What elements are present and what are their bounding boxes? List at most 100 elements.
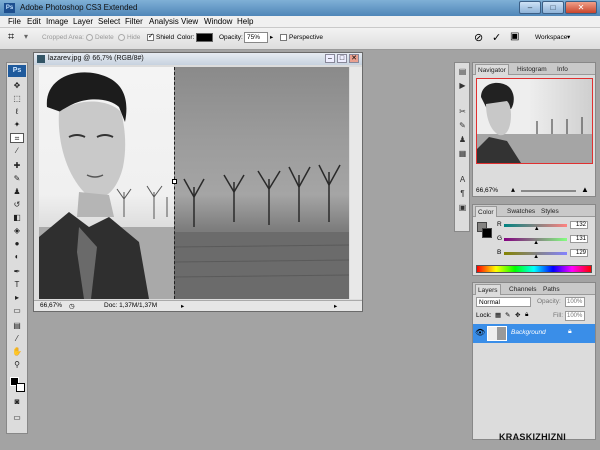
zoom-in-icon[interactable]: ▲ [581, 185, 589, 194]
lasso-tool-icon[interactable]: ℓ [10, 107, 24, 117]
menu-layer[interactable]: Layer [73, 17, 93, 26]
path-selection-tool-icon[interactable]: ▸ [10, 293, 24, 303]
cancel-icon[interactable]: ⊘ [474, 31, 483, 44]
layer-name[interactable]: Background [511, 329, 546, 336]
maximize-button[interactable]: □ [542, 1, 564, 14]
menu-window[interactable]: Window [204, 17, 232, 26]
info-panel-icon[interactable]: ▣ [457, 203, 468, 213]
menu-image[interactable]: Image [46, 17, 68, 26]
crop-handle[interactable] [172, 179, 177, 184]
blend-mode-select[interactable]: Normal [476, 297, 531, 307]
eraser-tool-icon[interactable]: ◧ [10, 213, 24, 223]
blur-tool-icon[interactable]: ● [10, 239, 24, 249]
lock-all-icon[interactable]: 🔒︎ [525, 311, 528, 319]
paragraph-panel-icon[interactable]: ¶ [457, 189, 468, 199]
channel-b-thumb[interactable]: ▲ [533, 254, 539, 260]
status-menu-arrow-icon[interactable]: ▸ [181, 302, 184, 310]
status-icon[interactable]: ◷ [69, 302, 75, 310]
photoshop-logo-icon[interactable]: Ps [8, 65, 26, 77]
tab-swatches[interactable]: Swatches [505, 206, 537, 217]
navigator-thumbnail[interactable] [476, 78, 593, 164]
zoom-slider[interactable] [521, 190, 576, 192]
opacity-dropdown-icon[interactable]: ▸ [270, 33, 273, 41]
channel-r-value[interactable]: 132 [570, 221, 588, 229]
layer-visibility-eye-icon[interactable]: 👁︎ [475, 328, 485, 337]
type-tool-icon[interactable]: T [10, 280, 24, 290]
slice-tool-icon[interactable]: ∕ [10, 146, 24, 156]
screen-mode-icon[interactable]: ▭ [10, 413, 24, 423]
doc-minimize-button[interactable]: – [325, 54, 335, 63]
doc-close-button[interactable]: ✕ [349, 54, 359, 63]
pen-tool-icon[interactable]: ✒ [10, 267, 24, 277]
marquee-tool-icon[interactable]: ⬚ [10, 94, 24, 104]
preset-dropdown-icon[interactable]: ▾ [24, 32, 28, 41]
tab-color[interactable]: Color [475, 206, 497, 217]
workspace-button[interactable]: Workspace [535, 34, 567, 41]
layer-opacity-input[interactable]: 100% [565, 297, 585, 307]
hand-tool-icon[interactable]: ✋ [10, 347, 24, 357]
brush-tool-icon[interactable]: ✎ [10, 174, 24, 184]
tab-styles[interactable]: Styles [539, 206, 561, 217]
magic-wand-tool-icon[interactable]: ✦ [10, 120, 24, 130]
tab-histogram[interactable]: Histogram [515, 64, 549, 75]
crop-tool-icon[interactable]: ⌗ [10, 133, 24, 143]
channel-b-value[interactable]: 129 [570, 249, 588, 257]
layer-row-background[interactable]: 👁︎ Background 🔒︎ [473, 324, 595, 343]
quick-mask-icon[interactable]: ◙ [10, 397, 24, 407]
menu-edit[interactable]: Edit [27, 17, 41, 26]
menu-help[interactable]: Help [237, 17, 253, 26]
brushes-panel-icon[interactable]: ✎ [457, 121, 468, 131]
actions-panel-icon[interactable]: ▶ [457, 81, 468, 91]
bridge-icon[interactable]: ▣ [510, 31, 519, 42]
layer-comps-icon[interactable]: ▦ [457, 149, 468, 159]
image-canvas[interactable] [39, 67, 349, 299]
hide-radio[interactable] [118, 34, 125, 41]
notes-tool-icon[interactable]: ▤ [10, 321, 24, 331]
channel-r-thumb[interactable]: ▲ [534, 226, 540, 232]
character-panel-icon[interactable]: A [457, 175, 468, 185]
eyedropper-tool-icon[interactable]: ⁄ [10, 334, 24, 344]
healing-brush-tool-icon[interactable]: ✚ [10, 161, 24, 171]
vertical-scrollbar[interactable] [350, 67, 362, 299]
channel-g-value[interactable]: 131 [570, 235, 588, 243]
navigator-zoom[interactable]: 66,67% [476, 187, 498, 194]
history-panel-icon[interactable]: ▤ [457, 67, 468, 77]
tab-info[interactable]: Info [555, 64, 570, 75]
history-brush-tool-icon[interactable]: ↺ [10, 200, 24, 210]
tab-layers[interactable]: Layers [475, 284, 501, 295]
commit-check-icon[interactable]: ✓ [492, 31, 501, 44]
channel-g-thumb[interactable]: ▲ [533, 240, 539, 246]
background-color-swatch[interactable] [16, 383, 25, 392]
delete-radio[interactable] [86, 34, 93, 41]
tab-paths[interactable]: Paths [541, 284, 562, 295]
shield-checkbox[interactable] [147, 32, 154, 41]
zoom-out-icon[interactable]: ▴ [511, 185, 515, 194]
zoom-tool-icon[interactable]: ⚲ [10, 360, 24, 370]
minimize-button[interactable]: – [519, 1, 541, 14]
close-button[interactable]: ✕ [565, 1, 597, 14]
crop-tool-preset-icon[interactable]: ⌗ [8, 31, 14, 44]
paint-bucket-tool-icon[interactable]: ◈ [10, 226, 24, 236]
workspace-dropdown-icon[interactable]: ▾ [567, 33, 570, 41]
shape-tool-icon[interactable]: ▭ [10, 306, 24, 316]
menu-view[interactable]: View [181, 17, 198, 26]
lock-position-icon[interactable]: ✥ [515, 311, 520, 319]
dodge-tool-icon[interactable]: ◐ [10, 252, 24, 262]
menu-file[interactable]: File [8, 17, 21, 26]
scroll-right-arrow-icon[interactable]: ▸ [334, 302, 337, 310]
opacity-input[interactable]: 75% [244, 32, 268, 43]
color-background-swatch[interactable] [482, 228, 492, 238]
lock-transparent-icon[interactable]: ▦ [495, 311, 501, 319]
perspective-checkbox[interactable] [280, 34, 287, 41]
lock-pixels-icon[interactable]: ✎ [505, 311, 510, 319]
doc-maximize-button[interactable]: □ [337, 54, 347, 63]
menu-analysis[interactable]: Analysis [149, 17, 179, 26]
zoom-level[interactable]: 66,67% [40, 302, 62, 309]
menu-filter[interactable]: Filter [125, 17, 143, 26]
move-tool-icon[interactable]: ✥ [10, 81, 24, 91]
tool-presets-icon[interactable]: ✂ [457, 107, 468, 117]
clone-source-icon[interactable]: ♟ [457, 135, 468, 145]
document-title-bar[interactable]: lazarev.jpg @ 66,7% (RGB/8#) – □ ✕ [34, 53, 362, 65]
color-spectrum-bar[interactable] [476, 265, 592, 273]
shield-color-swatch[interactable] [196, 33, 213, 42]
